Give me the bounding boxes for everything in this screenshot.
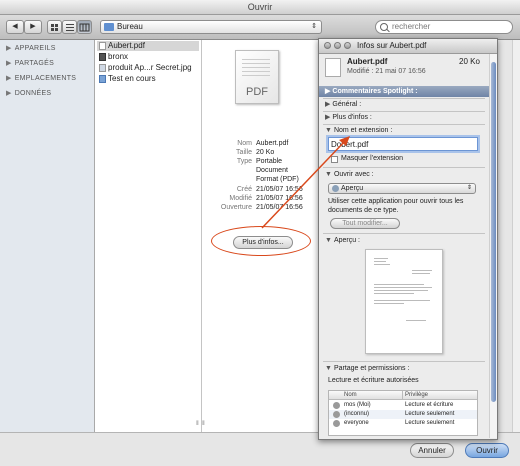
annotation-arrow bbox=[261, 136, 350, 229]
